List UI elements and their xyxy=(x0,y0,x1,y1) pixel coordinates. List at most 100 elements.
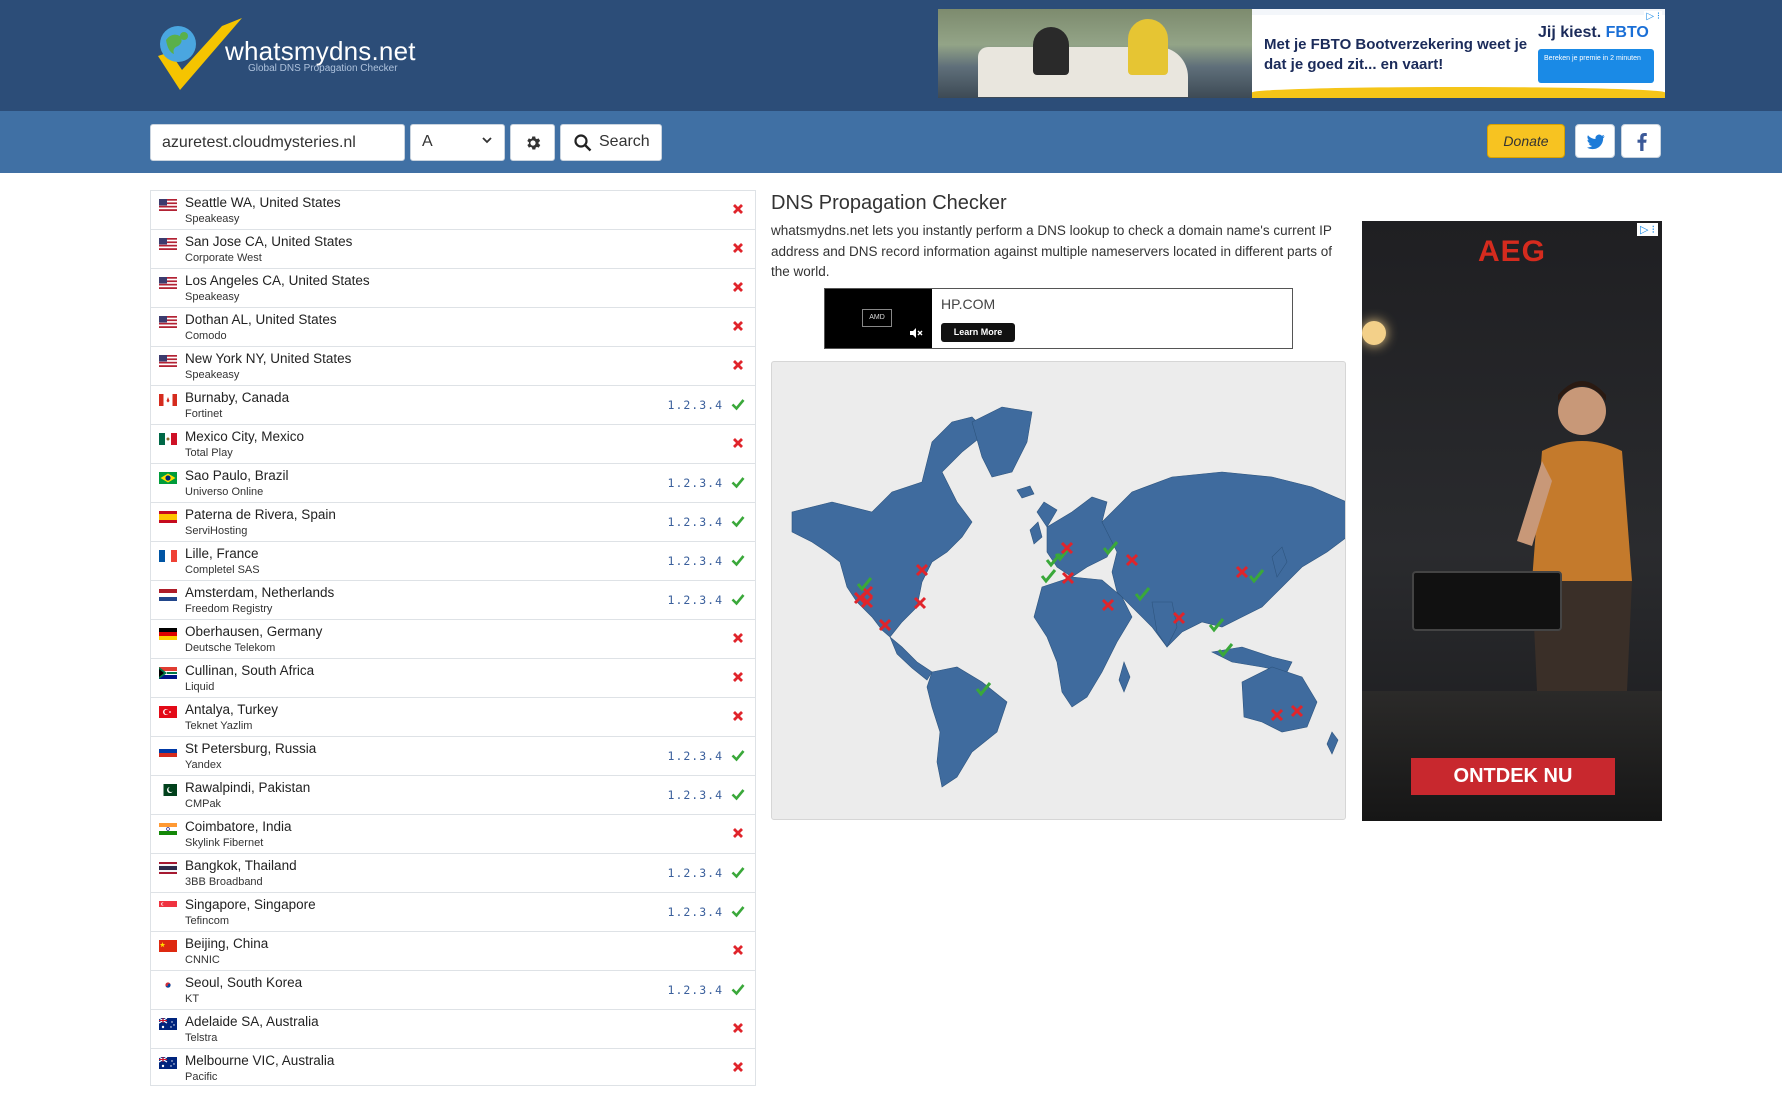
result-ip[interactable]: 1.2.3.4 xyxy=(668,593,723,607)
settings-button[interactable] xyxy=(510,124,555,161)
flag-nl-icon xyxy=(159,589,177,601)
ad-video[interactable]: AMD xyxy=(825,289,932,348)
adchoices-icon[interactable]: ▷ ⁝ xyxy=(1636,223,1658,236)
result-provider: 3BB Broadband xyxy=(185,876,263,888)
result-provider: Speakeasy xyxy=(185,213,240,225)
result-provider: CNNIC xyxy=(185,954,220,966)
cross-icon xyxy=(733,204,743,214)
check-icon xyxy=(731,750,745,762)
mute-icon[interactable] xyxy=(909,327,923,339)
result-location: Oberhausen, Germany xyxy=(185,624,323,639)
ad-grill-shape xyxy=(1412,571,1562,631)
result-ip[interactable]: 1.2.3.4 xyxy=(668,905,723,919)
ad-brand-prefix: Jij kiest. xyxy=(1538,24,1602,41)
result-ip[interactable]: 1.2.3.4 xyxy=(668,983,723,997)
flag-cn-icon xyxy=(159,940,177,952)
adchoices-icon[interactable]: ▷ ⁝ xyxy=(1644,11,1662,22)
search-bar: A Search Donate xyxy=(0,111,1782,173)
ad-headline: Met je FBTO Bootverzekering weet je dat … xyxy=(1264,36,1528,73)
flag-tr-icon xyxy=(159,706,177,718)
check-icon xyxy=(731,867,745,879)
result-ip[interactable]: 1.2.3.4 xyxy=(668,554,723,568)
result-provider: Universo Online xyxy=(185,486,264,498)
ad-decor xyxy=(1252,87,1665,98)
check-icon xyxy=(731,594,745,606)
flag-us-icon xyxy=(159,316,177,328)
result-location: Coimbatore, India xyxy=(185,819,292,834)
result-location: Dothan AL, United States xyxy=(185,312,337,327)
page-description: whatsmydns.net lets you instantly perfor… xyxy=(771,223,1333,279)
flag-za-icon xyxy=(159,667,177,679)
cross-icon xyxy=(733,633,743,643)
flag-de-icon xyxy=(159,628,177,640)
ad-cta-button[interactable]: Bereken je premie in 2 minuten xyxy=(1538,49,1654,83)
result-row: Antalya, Turkey Teknet Yazlim xyxy=(151,698,755,737)
result-row: Beijing, China CNNIC xyxy=(151,932,755,971)
result-ip[interactable]: 1.2.3.4 xyxy=(668,749,723,763)
flag-us-icon xyxy=(159,199,177,211)
result-ip[interactable]: 1.2.3.4 xyxy=(668,515,723,529)
inline-video-ad[interactable]: AMD HP.COM Learn More xyxy=(824,288,1293,349)
side-banner-ad[interactable]: AEG ONTDEK NU ▷ ⁝ xyxy=(1362,221,1662,821)
result-row: Rawalpindi, Pakistan CMPak 1.2.3.4 xyxy=(151,776,755,815)
search-icon xyxy=(574,134,592,152)
result-row: Singapore, Singapore Tefincom 1.2.3.4 xyxy=(151,893,755,932)
result-location: Amsterdam, Netherlands xyxy=(185,585,335,600)
top-banner-ad[interactable]: Met je FBTO Bootverzekering weet je dat … xyxy=(938,9,1665,98)
result-row: Oberhausen, Germany Deutsche Telekom xyxy=(151,620,755,659)
result-location: Lille, France xyxy=(185,546,259,561)
world-map xyxy=(771,361,1346,820)
facebook-button[interactable] xyxy=(1621,124,1661,158)
logo-tagline: Global DNS Propagation Checker xyxy=(248,63,398,74)
flag-br-icon xyxy=(159,472,177,484)
person-shape xyxy=(1033,27,1069,75)
result-provider: Completel SAS xyxy=(185,564,260,576)
result-provider: Yandex xyxy=(185,759,222,771)
result-provider: Corporate West xyxy=(185,252,262,264)
learn-more-button[interactable]: Learn More xyxy=(941,323,1015,342)
result-row: Amsterdam, Netherlands Freedom Registry 1.… xyxy=(151,581,755,620)
result-location: Seoul, South Korea xyxy=(185,975,303,990)
header-bar: whatsmydns.net Global DNS Propagation Ch… xyxy=(0,0,1782,111)
result-location: San Jose CA, United States xyxy=(185,234,353,249)
flag-us-icon xyxy=(159,355,177,367)
result-location: St Petersburg, Russia xyxy=(185,741,317,756)
result-row: St Petersburg, Russia Yandex 1.2.3.4 xyxy=(151,737,755,776)
result-location: Burnaby, Canada xyxy=(185,390,290,405)
twitter-button[interactable] xyxy=(1575,124,1615,158)
donate-button[interactable]: Donate xyxy=(1487,124,1565,158)
result-provider: Total Play xyxy=(185,447,233,459)
check-icon xyxy=(731,516,745,528)
map-check-icon xyxy=(1040,569,1057,584)
record-type-select[interactable]: A xyxy=(410,124,505,161)
check-icon xyxy=(731,399,745,411)
world-map-svg xyxy=(791,406,1345,788)
result-ip[interactable]: 1.2.3.4 xyxy=(668,788,723,802)
check-icon xyxy=(731,984,745,996)
check-icon xyxy=(731,555,745,567)
check-icon xyxy=(731,789,745,801)
flag-sg-icon xyxy=(159,901,177,913)
result-provider: CMPak xyxy=(185,798,222,810)
result-row: Paterna de Rivera, Spain ServiHosting 1.2.… xyxy=(151,503,755,542)
search-button[interactable]: Search xyxy=(560,124,662,161)
cross-icon xyxy=(733,282,743,292)
result-provider: Speakeasy xyxy=(185,291,240,303)
result-row: San Jose CA, United States Corporate West xyxy=(151,230,755,269)
result-row: Adelaide SA, Australia Telstra xyxy=(151,1010,755,1049)
flag-us-icon xyxy=(159,238,177,250)
domain-input[interactable] xyxy=(150,124,405,161)
ontdek-nu-button[interactable]: ONTDEK NU xyxy=(1411,758,1615,795)
result-ip[interactable]: 1.2.3.4 xyxy=(668,866,723,880)
result-provider: Pacific xyxy=(185,1071,218,1083)
result-row: Bangkok, Thailand 3BB Broadband 1.2.3.4 xyxy=(151,854,755,893)
result-provider: KT xyxy=(185,993,200,1005)
flag-us-icon xyxy=(159,277,177,289)
result-location: Bangkok, Thailand xyxy=(185,858,297,873)
result-location: Adelaide SA, Australia xyxy=(185,1014,319,1029)
flag-fr-icon xyxy=(159,550,177,562)
result-ip[interactable]: 1.2.3.4 xyxy=(668,476,723,490)
ad-video-logo: AMD xyxy=(862,309,892,327)
result-ip[interactable]: 1.2.3.4 xyxy=(668,398,723,412)
check-icon xyxy=(731,906,745,918)
